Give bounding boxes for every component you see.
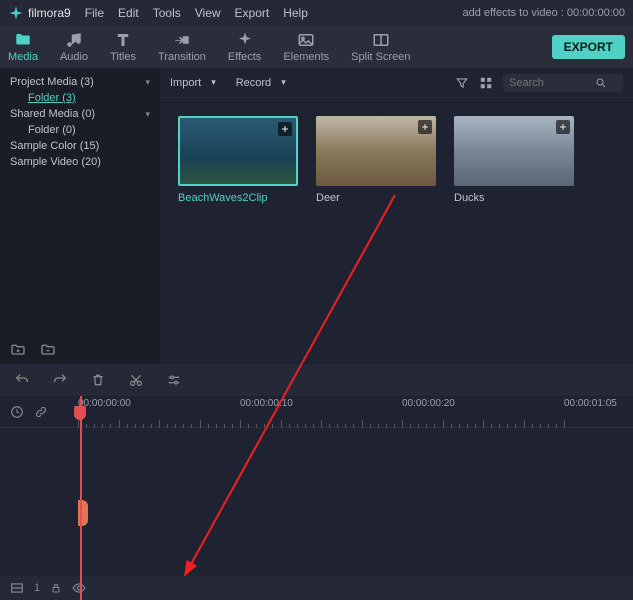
split-icon <box>372 31 390 49</box>
track-count: 1 <box>34 582 40 594</box>
image-icon <box>297 31 315 49</box>
timeline-footer: 1 <box>0 576 633 600</box>
timeline-toolbar <box>0 364 633 396</box>
thumbnail-item[interactable]: Deer <box>316 116 436 204</box>
tab-titles[interactable]: Titles <box>110 31 136 63</box>
lock-icon[interactable] <box>50 582 62 594</box>
playhead[interactable] <box>80 396 82 600</box>
thumbnail-image <box>454 116 574 186</box>
link-icon[interactable] <box>34 405 48 419</box>
tab-media[interactable]: Media <box>8 31 38 63</box>
transition-icon <box>173 31 191 49</box>
chevron-down-icon: ▾ <box>145 77 150 88</box>
import-dropdown[interactable]: Import ▾ <box>170 77 216 89</box>
app-logo: filmora9 <box>8 5 71 21</box>
delete-button[interactable] <box>90 372 106 388</box>
ruler-time-label: 00:00:01:05 <box>564 398 617 409</box>
menu-edit[interactable]: Edit <box>118 6 139 20</box>
ruler-time-label: 00:00:00:10 <box>240 398 293 409</box>
pinwheel-icon <box>8 5 24 21</box>
menu-help[interactable]: Help <box>283 6 308 20</box>
tab-effects[interactable]: Effects <box>228 31 261 63</box>
timeline[interactable]: 00:00:00:0000:00:00:1000:00:00:2000:00:0… <box>0 396 633 600</box>
chevron-down-icon: ▾ <box>281 77 286 88</box>
chevron-down-icon: ▾ <box>211 77 216 88</box>
thumbnail-item[interactable]: BeachWaves2Clip <box>178 116 298 204</box>
record-dropdown[interactable]: Record ▾ <box>236 77 286 89</box>
menubar: filmora9 File Edit Tools View Export Hel… <box>0 0 633 26</box>
redo-button[interactable] <box>52 372 68 388</box>
delete-folder-icon[interactable] <box>40 342 56 358</box>
settings-button[interactable] <box>166 372 182 388</box>
add-badge-icon[interactable] <box>418 120 432 134</box>
thumbnail-label: Deer <box>316 192 436 204</box>
new-folder-icon[interactable] <box>10 342 26 358</box>
tab-split-screen[interactable]: Split Screen <box>351 31 410 63</box>
thumbnail-item[interactable]: Ducks <box>454 116 574 204</box>
sparkle-icon <box>236 31 254 49</box>
timeline-ruler[interactable]: 00:00:00:0000:00:00:1000:00:00:2000:00:0… <box>78 396 633 428</box>
media-browser: Import ▾ Record ▾ <box>160 68 633 364</box>
add-badge-icon[interactable] <box>278 122 292 136</box>
tree-folder-3[interactable]: Folder (3) <box>0 90 160 106</box>
thumbnails-grid: BeachWaves2Clip Deer Ducks <box>160 98 633 222</box>
thumbnail-image <box>316 116 436 186</box>
text-icon <box>114 31 132 49</box>
tree-project-media[interactable]: Project Media (3)▾ <box>0 74 160 90</box>
media-tree-sidebar: Project Media (3)▾ Folder (3) Shared Med… <box>0 68 160 364</box>
tab-audio[interactable]: Audio <box>60 31 88 63</box>
thumbnail-image <box>178 116 298 186</box>
logo-text: filmora9 <box>28 6 71 20</box>
playhead-handle[interactable] <box>74 406 86 420</box>
cut-button[interactable] <box>128 372 144 388</box>
tree-sample-video[interactable]: Sample Video (20) <box>0 154 160 170</box>
filter-icon[interactable] <box>455 76 469 90</box>
menu-export[interactable]: Export <box>235 6 270 20</box>
thumbnail-label: Ducks <box>454 192 574 204</box>
tree-shared-media[interactable]: Shared Media (0)▾ <box>0 106 160 122</box>
tab-elements[interactable]: Elements <box>283 31 329 63</box>
music-icon <box>65 31 83 49</box>
tooltabs: Media Audio Titles Transition Effects El… <box>0 26 633 68</box>
tree-folder-0[interactable]: Folder (0) <box>0 122 160 138</box>
thumbnail-label: BeachWaves2Clip <box>178 192 298 204</box>
chevron-down-icon: ▾ <box>145 109 150 120</box>
menu-view[interactable]: View <box>195 6 221 20</box>
search-input[interactable] <box>509 77 589 89</box>
tree-sample-color[interactable]: Sample Color (15) <box>0 138 160 154</box>
grid-view-icon[interactable] <box>479 76 493 90</box>
folder-icon <box>14 31 32 49</box>
menu-tools[interactable]: Tools <box>153 6 181 20</box>
tab-transition[interactable]: Transition <box>158 31 206 63</box>
search-icon <box>595 77 607 89</box>
timecode-icon[interactable] <box>10 405 24 419</box>
menu-file[interactable]: File <box>85 6 104 20</box>
titlebar-project-info: add effects to video : 00:00:00:00 <box>463 7 625 19</box>
undo-button[interactable] <box>14 372 30 388</box>
search-box[interactable] <box>503 74 623 92</box>
add-badge-icon[interactable] <box>556 120 570 134</box>
export-button[interactable]: EXPORT <box>552 35 625 59</box>
tracks-icon[interactable] <box>10 581 24 595</box>
ruler-time-label: 00:00:00:20 <box>402 398 455 409</box>
